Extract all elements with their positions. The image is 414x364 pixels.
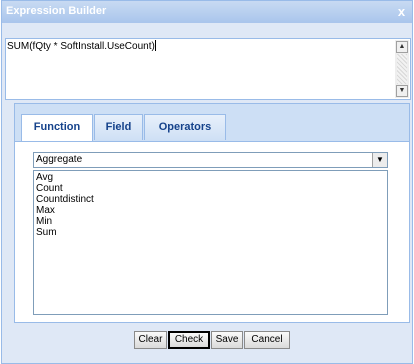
list-item-count[interactable]: Count [36,183,385,194]
title-bar[interactable]: Expression Builder x [2,1,412,23]
button-bar: Clear Check Save Cancel [2,331,412,349]
clear-button[interactable]: Clear [134,331,167,349]
list-item-avg[interactable]: Avg [36,172,385,183]
list-item-max[interactable]: Max [36,205,385,216]
list-item-sum[interactable]: Sum [36,227,385,238]
close-icon[interactable]: x [394,4,409,19]
expression-input[interactable]: SUM(fQty * SoftInstall.UseCount) ▲ ▼ [5,38,411,100]
expression-scrollbar[interactable]: ▲ ▼ [395,40,409,98]
function-category-select[interactable]: Aggregate ▼ [33,152,388,168]
expression-builder-dialog: Expression Builder x SUM(fQty * SoftInst… [1,0,413,364]
list-item-min[interactable]: Min [36,216,385,227]
tab-strip: Function Field Operators [15,104,409,142]
tab-field[interactable]: Field [94,114,143,140]
save-button[interactable]: Save [211,331,243,349]
text-caret [154,40,156,51]
select-value: Aggregate [36,154,83,165]
tab-operators[interactable]: Operators [144,114,226,140]
dialog-title: Expression Builder [6,5,107,17]
function-list[interactable]: Avg Count Countdistinct Max Min Sum [33,170,388,315]
scroll-up-icon[interactable]: ▲ [396,41,408,53]
tab-function[interactable]: Function [21,114,93,141]
builder-panel: Function Field Operators Aggregate ▼ Avg… [14,103,410,323]
list-item-countdistinct[interactable]: Countdistinct [36,194,385,205]
scroll-down-icon[interactable]: ▼ [396,85,408,97]
scroll-track[interactable] [397,54,407,84]
cancel-button[interactable]: Cancel [244,331,290,349]
expression-text: SUM(fQty * SoftInstall.UseCount) [7,40,156,52]
chevron-down-icon[interactable]: ▼ [372,153,387,167]
check-button[interactable]: Check [168,331,210,349]
